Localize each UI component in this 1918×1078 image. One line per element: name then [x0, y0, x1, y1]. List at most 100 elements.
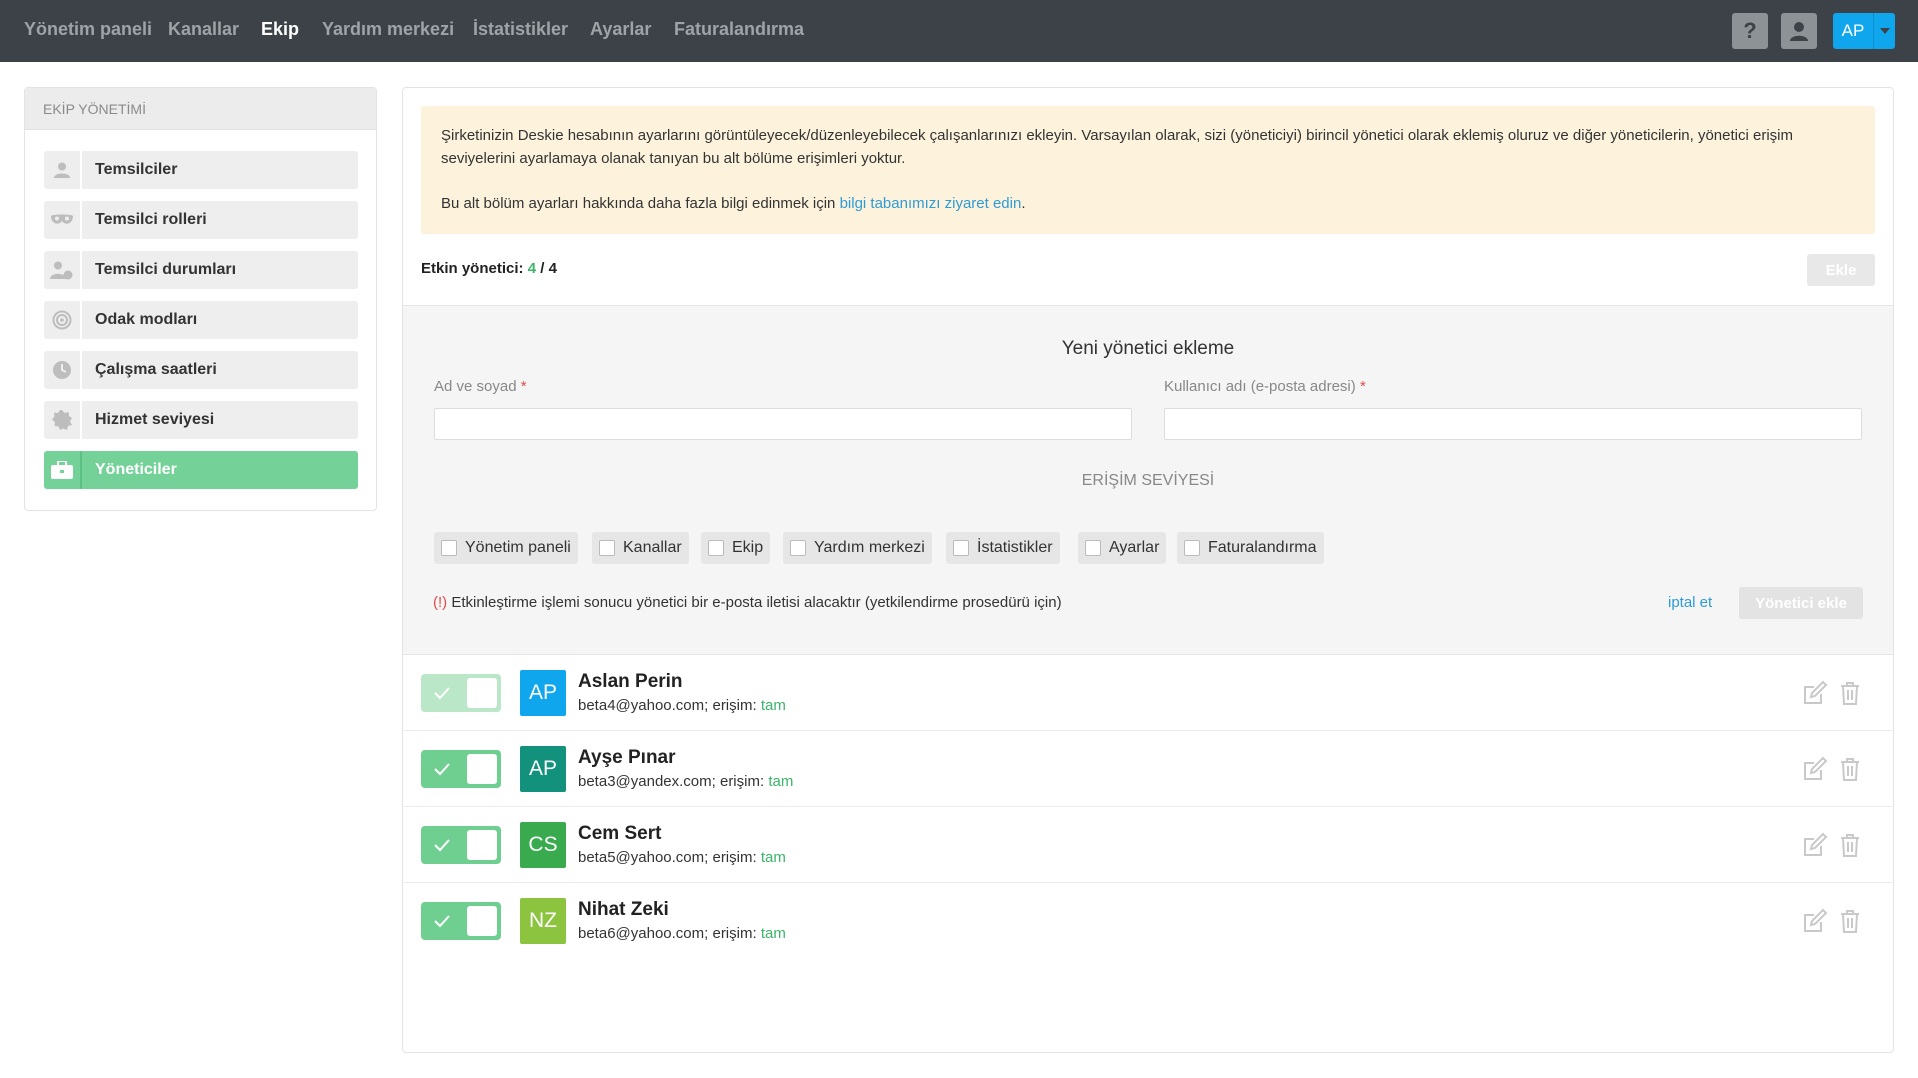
toggle-knob [467, 754, 497, 784]
user-icon [1790, 22, 1808, 41]
clock-icon [44, 351, 82, 389]
enabled-toggle[interactable] [421, 826, 501, 864]
sidebar-item-working-hours[interactable]: Çalışma saatleri [44, 351, 358, 389]
nav-team[interactable]: Ekip [261, 19, 299, 40]
manager-name: Aslan Perin [578, 671, 683, 692]
info-box: Şirketinizin Deskie hesabının ayarlarını… [421, 106, 1875, 234]
enabled-toggle[interactable] [421, 902, 501, 940]
email-label-text: Kullanıcı adı (e-posta adresi) [1164, 378, 1356, 395]
avatar: NZ [520, 898, 566, 944]
user-status-icon [44, 251, 82, 289]
new-manager-form: Yeni yönetici ekleme Ad ve soyad * Kulla… [403, 305, 1893, 655]
manager-row: CS Cem Sert beta5@yahoo.com; erişim: tam [403, 807, 1893, 883]
avatar: AP [520, 746, 566, 792]
note-text: Etkinleştirme işlemi sonucu yönetici bir… [447, 594, 1062, 611]
trash-icon[interactable] [1836, 907, 1864, 935]
nav-channels[interactable]: Kanallar [168, 19, 239, 40]
activation-note: (!) Etkinleştirme işlemi sonucu yönetici… [433, 594, 1062, 611]
sidebar-item-agents[interactable]: Temsilciler [44, 151, 358, 189]
warning-mark: (!) [433, 594, 448, 611]
checkbox-label: Yardım merkezi [814, 539, 925, 556]
sidebar-item-label: Çalışma saatleri [95, 361, 217, 378]
nav-dashboard[interactable]: Yönetim paneli [24, 19, 152, 40]
add-manager-button[interactable]: Yönetici ekle [1739, 587, 1863, 619]
required-mark: * [1359, 378, 1366, 395]
chevron-down-icon [1873, 13, 1895, 49]
manager-meta: beta3@yandex.com; erişim: tam [578, 773, 793, 790]
user-icon [44, 151, 82, 189]
checkbox[interactable] [599, 540, 615, 556]
info-text: Şirketinizin Deskie hesabının ayarlarını… [441, 127, 1793, 167]
enabled-toggle[interactable] [421, 750, 501, 788]
question-icon: ? [1743, 18, 1757, 43]
sidebar-item-managers[interactable]: Yöneticiler [44, 451, 358, 489]
access-checkbox-statistics[interactable]: İstatistikler [946, 532, 1060, 564]
manager-meta: beta6@yahoo.com; erişim: tam [578, 925, 786, 942]
checkbox[interactable] [708, 540, 724, 556]
managers-panel: Şirketinizin Deskie hesabının ayarlarını… [402, 87, 1894, 1053]
access-checkbox-help-center[interactable]: Yardım merkezi [783, 532, 932, 564]
count-active: 4 [527, 260, 537, 277]
team-management-sidebar: EKİP YÖNETİMİ Temsilciler Temsilci rolle… [24, 87, 377, 511]
profile-button[interactable] [1781, 13, 1817, 49]
nav-settings[interactable]: Ayarlar [590, 19, 651, 40]
email-field[interactable] [1164, 408, 1862, 440]
access-level: tam [760, 925, 786, 942]
info-more-text: Bu alt bölüm ayarları hakkında daha fazl… [441, 195, 840, 212]
sidebar-item-label: Odak modları [95, 311, 198, 328]
checkbox[interactable] [790, 540, 806, 556]
info-more: Bu alt bölüm ayarları hakkında daha fazl… [441, 192, 1855, 215]
knowledge-base-link[interactable]: bilgi tabanımızı ziyaret edin [840, 195, 1022, 212]
nav-statistics[interactable]: İstatistikler [473, 19, 568, 40]
checkbox-label: Yönetim paneli [465, 539, 571, 556]
sidebar-item-label: Temsilciler [95, 161, 178, 178]
edit-icon[interactable] [1801, 831, 1829, 859]
manager-row: NZ Nihat Zeki beta6@yahoo.com; erişim: t… [403, 883, 1893, 959]
toggle-knob [467, 678, 497, 708]
trash-icon[interactable] [1836, 755, 1864, 783]
avatar: AP [520, 670, 566, 716]
name-field[interactable] [434, 408, 1132, 440]
manager-name: Ayşe Pınar [578, 747, 676, 768]
sidebar-item-service-level[interactable]: Hizmet seviyesi [44, 401, 358, 439]
nav-help-center[interactable]: Yardım merkezi [322, 19, 454, 40]
account-menu-button[interactable]: AP [1833, 13, 1895, 49]
required-mark: * [520, 378, 527, 395]
checkbox[interactable] [441, 540, 457, 556]
edit-icon[interactable] [1801, 679, 1829, 707]
access-checkbox-team[interactable]: Ekip [701, 532, 771, 564]
access-level: tam [768, 773, 794, 790]
sidebar-item-agent-roles[interactable]: Temsilci rolleri [44, 201, 358, 239]
manager-name: Cem Sert [578, 823, 662, 844]
count-total: 4 [548, 260, 557, 277]
edit-icon[interactable] [1801, 907, 1829, 935]
trash-icon[interactable] [1836, 831, 1864, 859]
access-checkbox-dashboard[interactable]: Yönetim paneli [434, 532, 578, 564]
checkbox[interactable] [953, 540, 969, 556]
checkbox-label: Faturalandırma [1208, 539, 1317, 556]
nav-billing[interactable]: Faturalandırma [674, 19, 804, 40]
cancel-link[interactable]: iptal et [1668, 594, 1712, 611]
manager-meta: beta4@yahoo.com; erişim: tam [578, 697, 786, 714]
access-checkbox-settings[interactable]: Ayarlar [1078, 532, 1167, 564]
enabled-toggle[interactable] [421, 674, 501, 712]
checkbox[interactable] [1184, 540, 1200, 556]
email-label: Kullanıcı adı (e-posta adresi) * [1164, 378, 1366, 395]
manager-meta: beta5@yahoo.com; erişim: tam [578, 849, 786, 866]
checkbox[interactable] [1085, 540, 1101, 556]
add-button[interactable]: Ekle [1807, 254, 1875, 286]
checkbox-label: Ekip [732, 539, 764, 556]
sidebar-item-label: Hizmet seviyesi [95, 411, 215, 428]
access-checkbox-channels[interactable]: Kanallar [592, 532, 689, 564]
help-button[interactable]: ? [1732, 13, 1768, 49]
manager-email: beta6@yahoo.com; erişim: [578, 925, 761, 942]
sidebar-item-agent-statuses[interactable]: Temsilci durumları [44, 251, 358, 289]
trash-icon[interactable] [1836, 679, 1864, 707]
sidebar-item-focus-modes[interactable]: Odak modları [44, 301, 358, 339]
info-more-suffix: . [1021, 195, 1026, 212]
edit-icon[interactable] [1801, 755, 1829, 783]
access-checkbox-billing[interactable]: Faturalandırma [1177, 532, 1324, 564]
access-level: tam [760, 849, 786, 866]
name-label-text: Ad ve soyad [434, 378, 517, 395]
briefcase-icon [44, 451, 82, 489]
